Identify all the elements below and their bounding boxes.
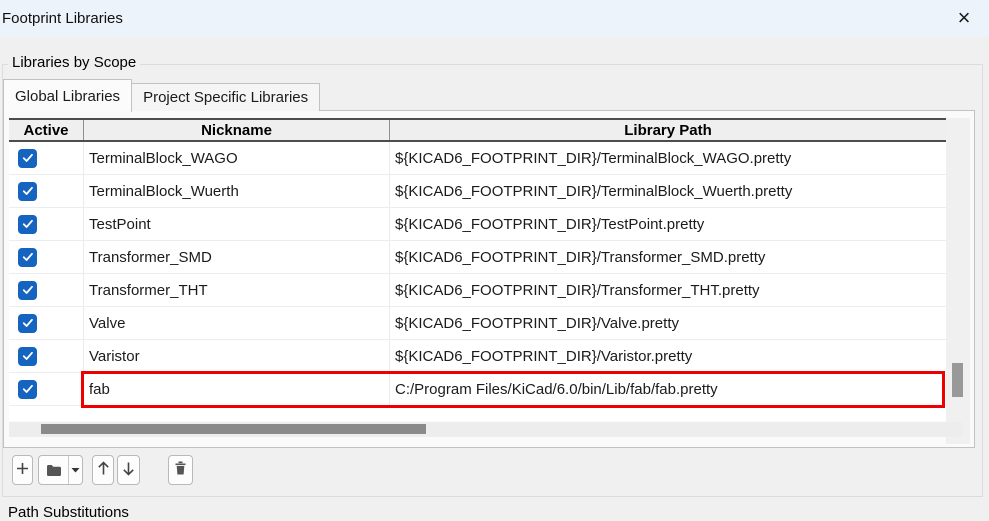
browse-dropdown-icon[interactable]: [68, 456, 82, 484]
table-row[interactable]: TestPoint ${KICAD6_FOOTPRINT_DIR}/TestPoi…: [9, 208, 946, 241]
libraries-table: Active Nickname Library Path TerminalBlo…: [9, 118, 946, 421]
add-library-button[interactable]: [12, 455, 33, 485]
table-body: TerminalBlock_WAGO ${KICAD6_FOOTPRINT_DIR…: [9, 142, 946, 406]
move-up-button[interactable]: [92, 455, 114, 485]
library-toolbar: [0, 455, 989, 485]
active-cell: [9, 340, 84, 372]
column-header-active[interactable]: Active: [9, 120, 84, 140]
active-cell: [9, 241, 84, 273]
move-down-button[interactable]: [117, 455, 140, 485]
library-path-cell[interactable]: ${KICAD6_FOOTPRINT_DIR}/Valve.pretty: [390, 307, 946, 339]
column-header-nickname[interactable]: Nickname: [84, 120, 390, 140]
nickname-cell[interactable]: TerminalBlock_WAGO: [84, 142, 390, 174]
active-checkbox[interactable]: [18, 379, 37, 399]
table-row[interactable]: fab C:/Program Files/KiCad/6.0/bin/Lib/fa…: [9, 373, 946, 406]
nickname-cell[interactable]: fab: [84, 373, 390, 405]
tab-global-libraries[interactable]: Global Libraries: [3, 79, 133, 112]
group-label: Libraries by Scope: [8, 54, 141, 71]
vertical-scrollbar-thumb[interactable]: [952, 363, 963, 397]
active-checkbox[interactable]: [18, 280, 37, 300]
active-checkbox[interactable]: [18, 313, 37, 333]
active-checkbox[interactable]: [18, 148, 37, 168]
path-substitutions-label: Path Substitutions: [8, 504, 129, 521]
active-cell: [9, 142, 84, 174]
table-row[interactable]: TerminalBlock_Wuerth ${KICAD6_FOOTPRINT_D…: [9, 175, 946, 208]
library-path-cell[interactable]: ${KICAD6_FOOTPRINT_DIR}/TestPoint.pretty: [390, 208, 946, 240]
nickname-cell[interactable]: TerminalBlock_Wuerth: [84, 175, 390, 207]
vertical-scrollbar[interactable]: [946, 118, 970, 444]
nickname-cell[interactable]: Transformer_SMD: [84, 241, 390, 273]
active-cell: [9, 373, 84, 405]
table-row[interactable]: Valve ${KICAD6_FOOTPRINT_DIR}/Valve.prett…: [9, 307, 946, 340]
table-footer-space: [9, 406, 946, 421]
active-checkbox[interactable]: [18, 181, 37, 201]
tab-project-specific-libraries[interactable]: Project Specific Libraries: [132, 83, 321, 111]
down-arrow-icon: [122, 461, 135, 480]
plus-icon: [16, 462, 29, 479]
library-path-cell[interactable]: ${KICAD6_FOOTPRINT_DIR}/Transformer_SMD.…: [390, 241, 946, 273]
delete-library-button[interactable]: [168, 455, 193, 485]
active-cell: [9, 175, 84, 207]
table-header: Active Nickname Library Path: [9, 118, 946, 142]
library-path-cell[interactable]: ${KICAD6_FOOTPRINT_DIR}/TerminalBlock_WA…: [390, 142, 946, 174]
nickname-cell[interactable]: Transformer_THT: [84, 274, 390, 306]
horizontal-scrollbar[interactable]: [9, 422, 962, 437]
library-path-cell[interactable]: ${KICAD6_FOOTPRINT_DIR}/TerminalBlock_Wu…: [390, 175, 946, 207]
scope-tabs: Global Libraries Project Specific Librar…: [3, 78, 321, 112]
up-arrow-icon: [97, 460, 110, 480]
table-row[interactable]: Varistor ${KICAD6_FOOTPRINT_DIR}/Varistor…: [9, 340, 946, 373]
horizontal-scrollbar-thumb[interactable]: [41, 424, 426, 434]
table-row[interactable]: Transformer_SMD ${KICAD6_FOOTPRINT_DIR}/T…: [9, 241, 946, 274]
active-cell: [9, 274, 84, 306]
close-icon[interactable]: ×: [949, 3, 979, 33]
nickname-cell[interactable]: Valve: [84, 307, 390, 339]
active-checkbox[interactable]: [18, 247, 37, 267]
global-libraries-panel: Active Nickname Library Path TerminalBlo…: [3, 110, 975, 448]
nickname-cell[interactable]: Varistor: [84, 340, 390, 372]
active-cell: [9, 307, 84, 339]
column-header-library-path[interactable]: Library Path: [390, 120, 946, 140]
active-cell: [9, 208, 84, 240]
table-row[interactable]: TerminalBlock_WAGO ${KICAD6_FOOTPRINT_DIR…: [9, 142, 946, 175]
library-path-cell[interactable]: C:/Program Files/KiCad/6.0/bin/Lib/fab/f…: [390, 373, 946, 405]
library-path-cell[interactable]: ${KICAD6_FOOTPRINT_DIR}/Varistor.pretty: [390, 340, 946, 372]
browse-libraries-button[interactable]: [38, 455, 83, 485]
active-checkbox[interactable]: [18, 214, 37, 234]
nickname-cell[interactable]: TestPoint: [84, 208, 390, 240]
window-title: Footprint Libraries: [2, 10, 123, 27]
table-row[interactable]: Transformer_THT ${KICAD6_FOOTPRINT_DIR}/T…: [9, 274, 946, 307]
title-bar: Footprint Libraries: [0, 0, 989, 37]
library-path-cell[interactable]: ${KICAD6_FOOTPRINT_DIR}/Transformer_THT.…: [390, 274, 946, 306]
folder-icon[interactable]: [39, 456, 68, 484]
trash-icon: [174, 461, 187, 479]
active-checkbox[interactable]: [18, 346, 37, 366]
